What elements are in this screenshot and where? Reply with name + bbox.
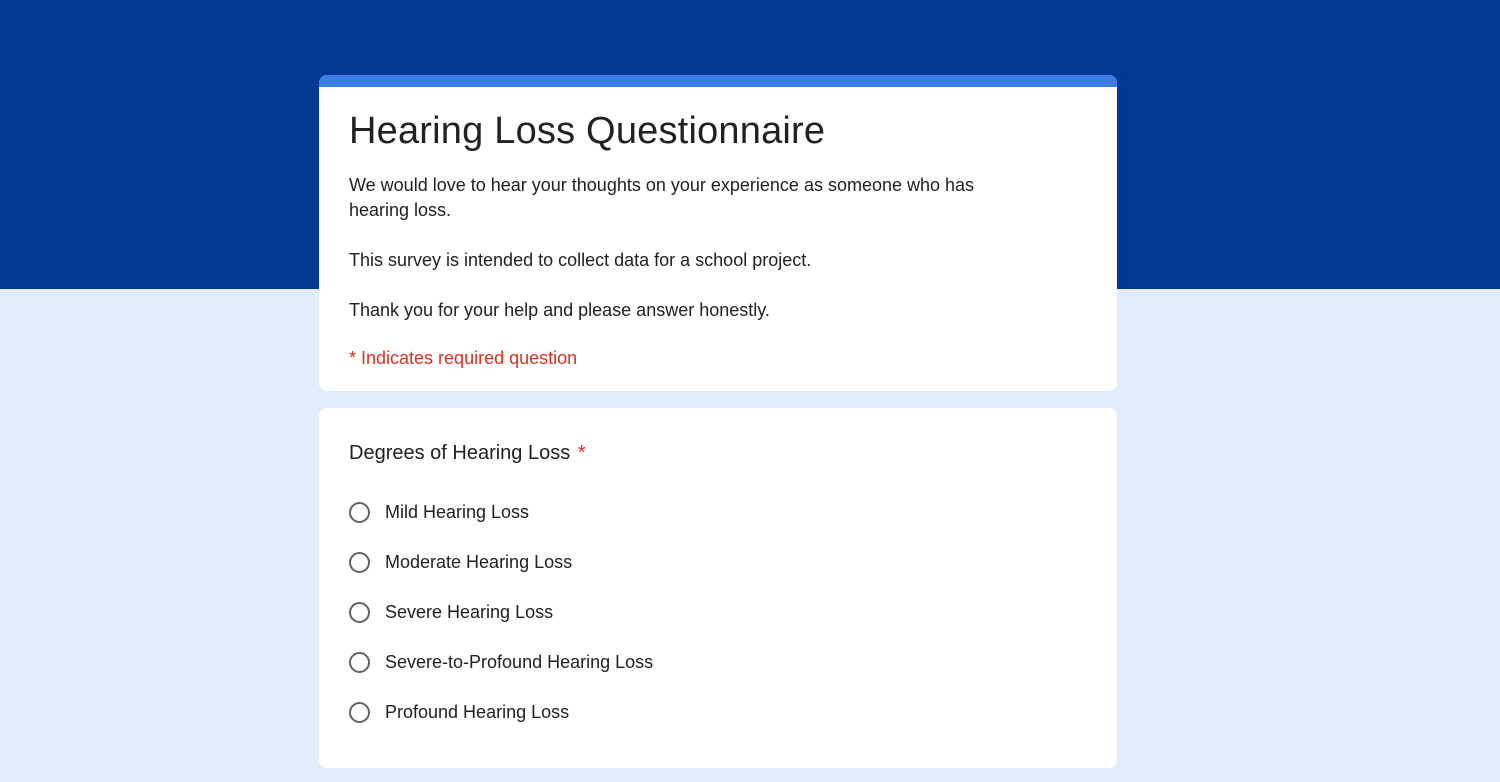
description-line: We would love to hear your thoughts on y…	[349, 175, 975, 220]
radio-option-label: Moderate Hearing Loss	[385, 552, 573, 572]
radio-button[interactable]	[349, 601, 370, 623]
radio-option-severe-to-profound[interactable]: Severe-to-Profound Hearing Loss	[349, 649, 653, 675]
radio-option-moderate[interactable]: Moderate Hearing Loss	[349, 549, 653, 575]
radio-option-mild[interactable]: Mild Hearing Loss	[349, 499, 653, 525]
form-description: We would love to hear your thoughts on y…	[349, 173, 999, 348]
radio-button[interactable]	[349, 551, 370, 573]
radio-button[interactable]	[349, 701, 370, 723]
required-marker: *	[577, 442, 586, 464]
accent-bar	[319, 75, 1117, 87]
radio-option-label: Severe-to-Profound Hearing Loss	[385, 652, 654, 672]
radio-button[interactable]	[349, 651, 370, 673]
description-line: This survey is intended to collect data …	[349, 250, 812, 270]
question-card: Degrees of Hearing Loss * Mild Hearing L…	[319, 408, 1117, 768]
radio-button[interactable]	[349, 501, 370, 523]
radio-option-severe[interactable]: Severe Hearing Loss	[349, 599, 653, 625]
required-note: * Indicates required question	[349, 348, 578, 368]
question-title-text: Degrees of Hearing Loss	[349, 442, 571, 464]
radio-option-label: Profound Hearing Loss	[385, 702, 570, 722]
radio-option-label: Mild Hearing Loss	[385, 502, 530, 522]
radio-option-profound[interactable]: Profound Hearing Loss	[349, 699, 653, 725]
description-line: Thank you for your help and please answe…	[349, 300, 770, 320]
radio-group: Mild Hearing Loss Moderate Hearing Loss …	[349, 499, 653, 749]
form-header-card: Hearing Loss Questionnaire We would love…	[319, 75, 1117, 391]
radio-option-label: Severe Hearing Loss	[385, 602, 554, 622]
form-title: Hearing Loss Questionnaire	[349, 110, 826, 152]
question-title: Degrees of Hearing Loss *	[349, 440, 586, 466]
